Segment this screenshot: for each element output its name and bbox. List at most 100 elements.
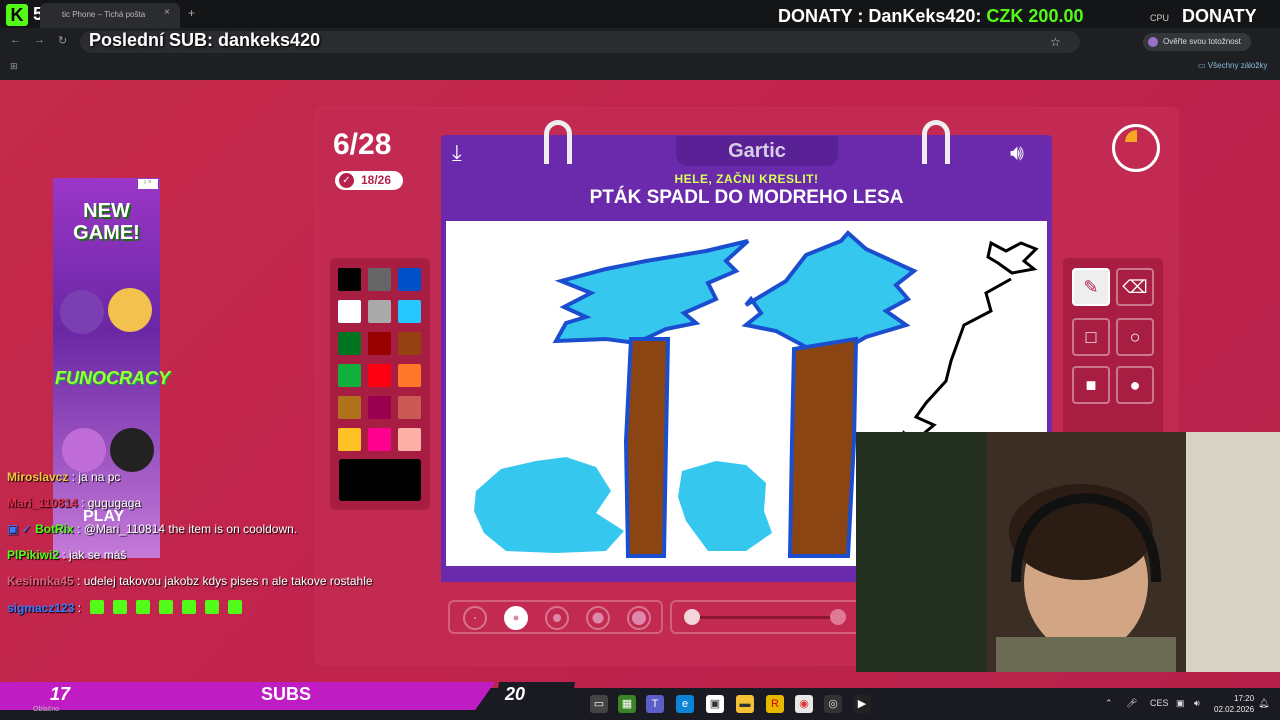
edge-icon[interactable]: e (676, 695, 694, 713)
microphone-icon[interactable]: 🎤︎ (1126, 698, 1137, 709)
new-tab-button[interactable]: + (188, 6, 195, 20)
chat-message: Kesinnka45 : udelej takovou jakobz kdys … (7, 574, 373, 588)
color-swatch[interactable] (398, 396, 421, 419)
color-swatch[interactable] (398, 428, 421, 451)
brush-size-2[interactable] (504, 606, 528, 630)
brush-size-1[interactable] (463, 606, 487, 630)
color-swatch[interactable] (338, 364, 361, 387)
chat-message: sigmacz123 : (7, 600, 243, 615)
weather-label[interactable]: Oblačno (33, 706, 59, 713)
back-icon[interactable]: ← (10, 34, 21, 46)
rockstar-icon[interactable]: R (766, 695, 784, 713)
color-swatch[interactable] (368, 268, 391, 291)
rectangle-fill-icon[interactable]: ■ (1072, 366, 1110, 404)
obs-icon[interactable]: ◎ (824, 695, 842, 713)
download-icon[interactable]: ⤓ (452, 140, 462, 166)
volume-icon[interactable]: 🔊︎ (1194, 698, 1200, 709)
check-icon: ✓ (339, 173, 354, 188)
pencil-icon[interactable]: ✎ (1072, 268, 1110, 306)
bookmarks-label: Všechny záložky (1207, 61, 1268, 70)
ellipse-outline-icon[interactable]: ○ (1116, 318, 1154, 356)
emote-icon (113, 600, 128, 614)
eraser-icon[interactable]: ⌫ (1116, 268, 1154, 306)
donation-overlay: DONATY : DanKeks420: CZK 200.00 (778, 6, 1083, 27)
color-swatch[interactable] (368, 428, 391, 451)
chrome-icon[interactable]: ◉ (795, 695, 813, 713)
browser-tab[interactable]: tic Phone – Tichá pošta (40, 3, 180, 28)
bookmarks-folder[interactable]: ▭ Všechny záložky (1198, 61, 1267, 70)
color-swatch[interactable] (338, 428, 361, 451)
brush-size-5[interactable] (627, 606, 651, 630)
verify-identity-button[interactable]: Ověřte svou totožnost (1143, 33, 1251, 51)
task-view-icon[interactable]: ▭ (590, 695, 608, 713)
ring-right (922, 120, 950, 164)
ad-character-face (108, 288, 152, 332)
color-swatch[interactable] (338, 300, 361, 323)
opacity-track[interactable] (692, 616, 838, 619)
color-swatch[interactable] (338, 268, 361, 291)
color-swatch[interactable] (398, 300, 421, 323)
verify-label: Ověřte svou totožnost (1163, 37, 1241, 46)
forward-icon[interactable]: → (34, 34, 45, 46)
gartic-logo: Gartic (676, 136, 838, 166)
hint-text: HELE, ZAČNI KRESLIT! (674, 172, 819, 186)
current-color-preview (339, 459, 421, 501)
sub-current: 17 (50, 684, 71, 704)
rectangle-outline-icon[interactable]: □ (1072, 318, 1110, 356)
brush-size-4[interactable] (586, 606, 610, 630)
speaker-icon[interactable]: 🔊︎ (1010, 140, 1024, 166)
emote-icon (90, 600, 105, 614)
network-icon[interactable]: ▣ (1176, 698, 1185, 709)
system-clock[interactable]: 17:20 02.02.2026 (1214, 693, 1254, 715)
color-swatch[interactable] (398, 364, 421, 387)
brush-size-dot (513, 615, 519, 621)
color-swatch[interactable] (338, 332, 361, 355)
cpu-label: CPU (1150, 13, 1170, 23)
donation-label: DONATY : DanKeks420: (778, 6, 982, 26)
color-swatch[interactable] (368, 364, 391, 387)
emote-icon (228, 600, 243, 614)
color-swatch[interactable] (338, 396, 361, 419)
tree-crown-left (552, 239, 750, 346)
brush-size-3[interactable] (545, 606, 569, 630)
donation-title-right: DONATY (1182, 6, 1257, 26)
prompt-text: PTÁK SPADL DO MODREHO LESA (589, 187, 904, 208)
tab-title: tic Phone – Tichá pošta (62, 10, 146, 19)
ad-character-face-3 (110, 428, 154, 472)
bookmark-star-icon[interactable]: ☆ (1050, 35, 1061, 49)
teams-icon[interactable]: T (646, 695, 664, 713)
tree-trunk-right (787, 336, 859, 558)
opacity-slider-handle[interactable] (830, 609, 846, 625)
tray-chevron-icon[interactable]: ⌃ (1105, 698, 1113, 709)
chat-text: : @Mari_110814 the item is on cooldown. (73, 522, 298, 536)
tree-trunk-left (623, 337, 671, 558)
webcam-plant-area (856, 432, 986, 672)
color-swatch[interactable] (398, 268, 421, 291)
file-explorer-icon[interactable]: ▬ (736, 695, 754, 713)
brush-size-dot (592, 612, 604, 624)
chat-message: PlPikiwi2 : jak se máš (7, 548, 126, 562)
ad-title: NEW GAME! (73, 200, 140, 244)
profile-avatar-icon (1148, 37, 1158, 47)
language-indicator[interactable]: CES (1150, 698, 1169, 708)
color-swatch[interactable] (368, 332, 391, 355)
kick-logo: K (6, 4, 28, 26)
close-icon[interactable]: × (164, 7, 170, 18)
color-swatch[interactable] (398, 332, 421, 355)
brush-size-dot (553, 614, 561, 622)
reload-icon[interactable]: ↻ (58, 34, 67, 47)
minecraft-icon[interactable]: ▦ (618, 695, 636, 713)
round-counter: 6/28 (333, 128, 392, 161)
chat-user: sigmacz123 (7, 601, 75, 615)
apps-grid-icon[interactable]: ⊞ (10, 61, 18, 72)
notification-icon[interactable]: 🔔︎ (1258, 698, 1269, 709)
color-swatch[interactable] (368, 300, 391, 323)
clock-time: 17:20 (1234, 694, 1255, 703)
media-player-icon[interactable]: ▶ (853, 695, 871, 713)
ellipse-fill-icon[interactable]: ● (1116, 366, 1154, 404)
ring-left (544, 120, 572, 164)
color-swatch[interactable] (368, 396, 391, 419)
fall-path (899, 277, 1012, 452)
store-icon[interactable]: ▣ (706, 695, 724, 713)
ad-info-badge[interactable]: i × (138, 179, 158, 189)
